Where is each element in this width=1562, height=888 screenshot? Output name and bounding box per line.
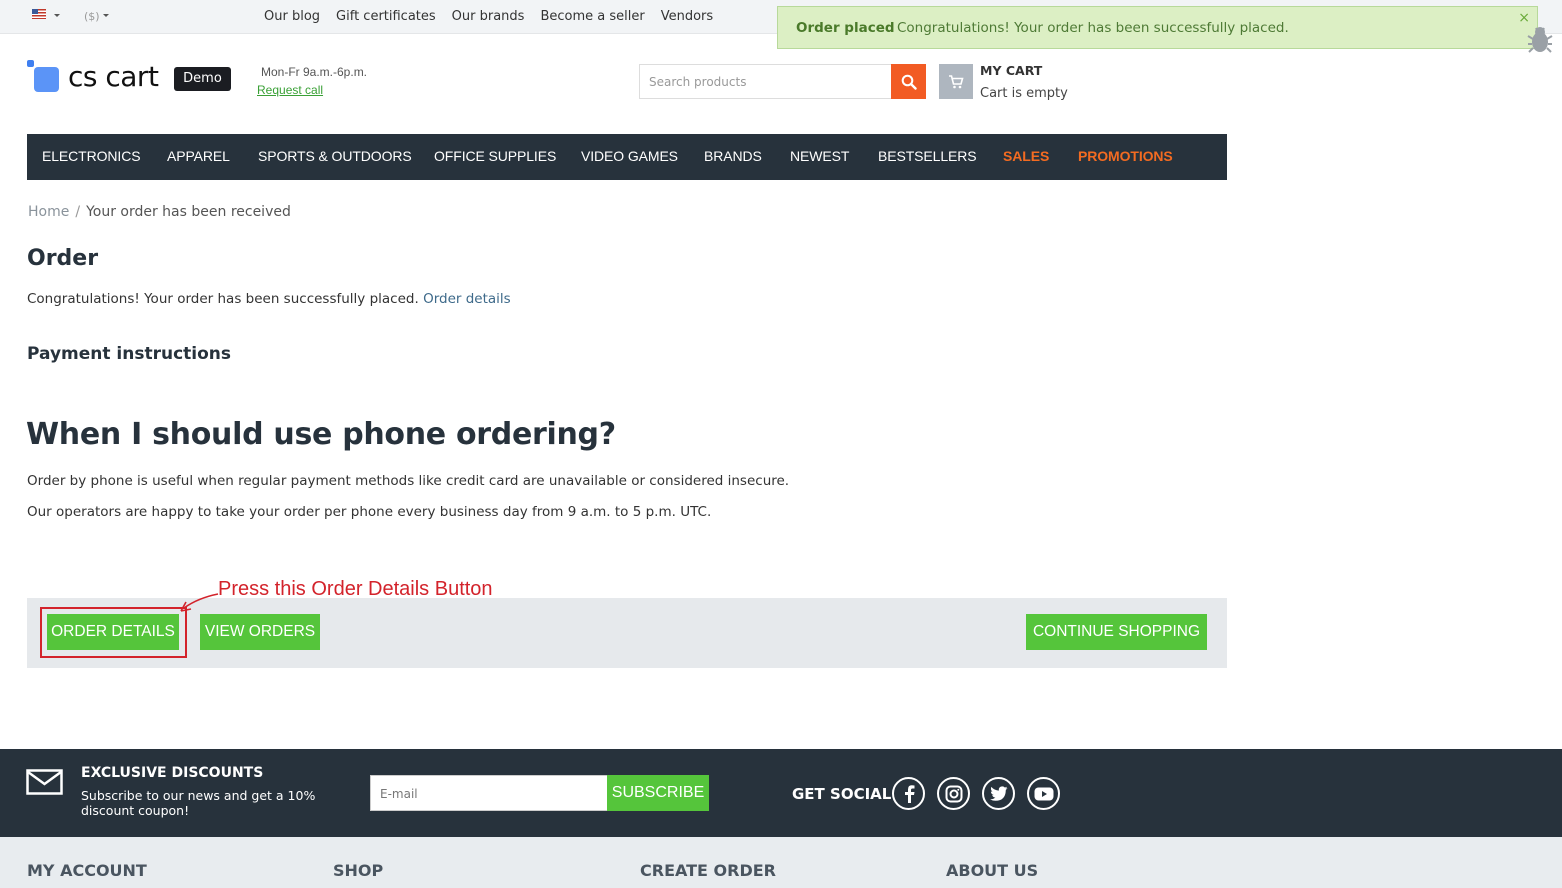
email-field[interactable]: E-mail [370, 775, 608, 811]
breadcrumb-current: Your order has been received [86, 204, 291, 220]
annotation-highlight-box [40, 607, 187, 658]
phone-ordering-paragraph-1: Order by phone is useful when regular pa… [27, 473, 790, 489]
top-links: Our blog Gift certificates Our brands Be… [264, 9, 713, 24]
instagram-icon[interactable] [937, 777, 970, 810]
facebook-icon[interactable] [892, 777, 925, 810]
notification-title: Order placed [796, 20, 895, 36]
payment-instructions-heading: Payment instructions [27, 344, 232, 364]
footer-heading-about-us: ABOUT US [946, 861, 1039, 880]
top-link-vendors[interactable]: Vendors [661, 9, 713, 24]
phone-ordering-paragraph-2: Our operators are happy to take your ord… [27, 504, 712, 520]
us-flag-icon[interactable] [32, 9, 46, 19]
cs-cart-logo-icon[interactable] [27, 60, 61, 94]
discount-text: Subscribe to our news and get a 10% disc… [81, 788, 316, 818]
chevron-down-icon[interactable] [103, 14, 109, 17]
search-input[interactable]: Search products [639, 64, 892, 99]
breadcrumb-separator: / [75, 204, 81, 220]
order-details-link[interactable]: Order details [423, 291, 511, 307]
currency-selector[interactable]: ($) [84, 10, 100, 23]
page-title: Order [27, 246, 99, 271]
nav-item-promotions[interactable]: PROMOTIONS [1078, 148, 1173, 164]
demo-badge: Demo [174, 67, 231, 91]
cart-title[interactable]: MY CART [980, 63, 1042, 78]
search-icon [901, 74, 917, 90]
nav-item-bestsellers[interactable]: BESTSELLERS [878, 148, 977, 164]
nav-item-office-supplies[interactable]: OFFICE SUPPLIES [434, 148, 556, 164]
continue-shopping-button[interactable]: CONTINUE SHOPPING [1026, 614, 1207, 650]
nav-item-electronics[interactable]: ELECTRONICS [42, 148, 141, 164]
nav-item-brands[interactable]: BRANDS [704, 148, 762, 164]
search-button[interactable] [891, 64, 926, 99]
annotation-arrow-icon [180, 593, 219, 612]
view-orders-button[interactable]: VIEW ORDERS [200, 614, 320, 650]
twitter-icon[interactable] [982, 777, 1015, 810]
footer-columns: MY ACCOUNT SHOP CREATE ORDER ABOUT US [0, 837, 1562, 888]
footer-heading-my-account: MY ACCOUNT [27, 861, 147, 880]
congrats-message: Congratulations! Your order has been suc… [27, 291, 419, 307]
logo-text[interactable]: cs cart [68, 60, 159, 93]
top-link-become-seller[interactable]: Become a seller [540, 9, 644, 24]
cart-icon [949, 74, 964, 88]
chevron-down-icon[interactable] [54, 14, 60, 17]
mail-icon [26, 769, 63, 795]
subscribe-button[interactable]: SUBSCRIBE [607, 775, 709, 811]
footer-subscribe-bar: EXCLUSIVE DISCOUNTS Subscribe to our new… [0, 749, 1562, 837]
nav-item-sports-outdoors[interactable]: SPORTS & OUTDOORS [258, 148, 412, 164]
footer-heading-shop: SHOP [333, 861, 384, 880]
phone-ordering-heading: When I should use phone ordering? [26, 417, 616, 452]
main-navigation: ELECTRONICS APPAREL SPORTS & OUTDOORS OF… [27, 134, 1227, 180]
cart-status: Cart is empty [980, 86, 1068, 101]
breadcrumb-home[interactable]: Home [28, 204, 69, 220]
order-confirmation-text: Congratulations! Your order has been suc… [27, 291, 511, 307]
nav-item-video-games[interactable]: VIDEO GAMES [581, 148, 678, 164]
social-title: GET SOCIAL [792, 785, 892, 803]
top-link-brands[interactable]: Our brands [452, 9, 525, 24]
order-placed-notification: Order placed Congratulations! Your order… [777, 6, 1538, 49]
nav-item-newest[interactable]: NEWEST [790, 148, 849, 164]
business-hours: Mon-Fr 9a.m.-6p.m. [261, 65, 368, 79]
nav-item-apparel[interactable]: APPAREL [167, 148, 230, 164]
request-call-link[interactable]: Request call [257, 83, 323, 97]
footer-heading-create-order: CREATE ORDER [640, 861, 776, 880]
annotation-text: Press this Order Details Button [218, 578, 493, 600]
cart-button[interactable] [939, 64, 973, 99]
breadcrumb: Home / Your order has been received [28, 204, 291, 220]
notification-text: Congratulations! Your order has been suc… [897, 20, 1289, 36]
nav-item-sales[interactable]: SALES [1003, 148, 1049, 164]
discount-title: EXCLUSIVE DISCOUNTS [81, 765, 264, 781]
top-link-gift-certificates[interactable]: Gift certificates [336, 9, 436, 24]
bug-icon[interactable] [1524, 24, 1556, 56]
youtube-icon[interactable] [1027, 777, 1060, 810]
top-link-blog[interactable]: Our blog [264, 9, 320, 24]
